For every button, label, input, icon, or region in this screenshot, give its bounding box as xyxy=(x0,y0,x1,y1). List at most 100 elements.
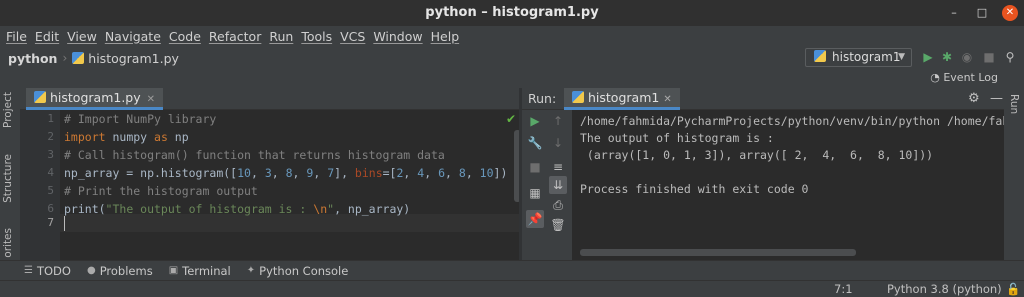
layout-icon[interactable]: ▦ xyxy=(526,184,544,202)
line-number: 1 xyxy=(47,112,54,125)
number: 8 xyxy=(285,166,293,180)
code-editor[interactable]: # Import NumPy library import numpy as n… xyxy=(60,110,522,260)
favorites-tool-button[interactable]: orites xyxy=(2,228,14,258)
problems-tool-button[interactable]: ● Problems xyxy=(87,264,153,278)
close-button[interactable]: ✕ xyxy=(1002,5,1018,21)
run-configuration-selector[interactable]: histogram1 ▼ xyxy=(805,48,912,67)
code-text: , xyxy=(292,166,307,180)
identifier: np xyxy=(167,130,189,144)
rerun-icon[interactable]: ▶ xyxy=(526,112,544,130)
keyword: as xyxy=(154,130,168,144)
console-line: (array([1, 0, 1, 3]), array([ 2, 4, 6, 8… xyxy=(580,148,934,162)
menu-help[interactable]: Help xyxy=(427,29,464,44)
window-controls: – □ ✕ xyxy=(946,0,1018,26)
caret-position[interactable]: 7:1 xyxy=(834,282,853,296)
close-icon[interactable]: ✕ xyxy=(147,94,155,105)
gear-icon[interactable]: ⚙ xyxy=(968,91,980,106)
run-config-label: histogram1 xyxy=(832,50,901,64)
string: "The output of histogram is : xyxy=(105,202,314,216)
number: 6 xyxy=(438,166,446,180)
wrench-icon[interactable]: 🔧 xyxy=(526,134,544,152)
maximize-button[interactable]: □ xyxy=(974,5,990,21)
number: 10 xyxy=(237,166,251,180)
run-tab-label: histogram1 xyxy=(588,90,660,105)
terminal-icon: ▣ xyxy=(168,265,179,276)
print-icon[interactable]: ⎙ xyxy=(549,196,567,214)
run-toolbar: ▶ ↑ 🔧 ↓ ■ ≡ ⇊ ▦ ⎙ 📌 🗑 xyxy=(522,110,572,260)
minimize-button[interactable]: – xyxy=(946,5,962,21)
scroll-to-end-icon[interactable]: ⇊ xyxy=(549,176,567,194)
search-icon[interactable]: ⚲ xyxy=(1003,50,1017,64)
menu-tools[interactable]: Tools xyxy=(297,29,336,44)
function-call: print( xyxy=(64,202,106,216)
pin-icon[interactable]: ✕ xyxy=(663,94,671,105)
structure-tool-button[interactable]: Structure xyxy=(2,154,14,203)
terminal-label: Terminal xyxy=(182,263,231,278)
debug-icon[interactable]: ✱ xyxy=(940,50,954,64)
code-line-6: print("The output of histogram is : \n",… xyxy=(64,200,410,218)
inspection-ok-icon[interactable]: ✔ xyxy=(506,112,516,126)
code-text: , xyxy=(250,166,265,180)
code-text: , xyxy=(403,166,418,180)
trash-icon[interactable]: 🗑 xyxy=(549,216,567,234)
interpreter-selector[interactable]: Python 3.8 (python) xyxy=(887,282,1002,296)
line-number: 4 xyxy=(47,166,54,179)
code-text: , np_array) xyxy=(334,202,411,216)
python-file-icon xyxy=(72,52,85,64)
right-tool-strip: Run xyxy=(1004,88,1024,260)
navigation-bar: python › histogram1.py histogram1 ▼ ▶ ✱ … xyxy=(0,46,1024,70)
soft-wrap-icon[interactable]: ≡ xyxy=(549,158,567,176)
code-line-3: # Call histogram() function that returns… xyxy=(64,148,445,162)
run-console[interactable]: /home/fahmida/PycharmProjects/python/ven… xyxy=(572,110,1004,260)
code-line-2: import numpy as np xyxy=(64,128,189,146)
problems-label: Problems xyxy=(99,263,153,278)
line-number: 5 xyxy=(47,184,54,197)
coverage-icon[interactable]: ◉ xyxy=(960,50,974,64)
pin-tab-icon[interactable]: 📌 xyxy=(526,210,544,228)
python-console-tool-button[interactable]: ✦ Python Console xyxy=(247,264,349,278)
todo-tool-button[interactable]: ☰ TODO xyxy=(24,264,71,278)
tab-run-histogram1[interactable]: histogram1 ✕ xyxy=(564,88,680,110)
menu-view[interactable]: View xyxy=(63,29,101,44)
menu-refactor[interactable]: Refactor xyxy=(205,29,265,44)
line-number: 2 xyxy=(47,130,54,143)
code-text: ]) xyxy=(493,166,508,180)
menu-window[interactable]: Window xyxy=(369,29,426,44)
menu-code[interactable]: Code xyxy=(165,29,205,44)
run-tool-button[interactable]: Run xyxy=(1008,94,1020,114)
project-tool-button[interactable]: Project xyxy=(2,92,14,128)
scroll-down-icon[interactable]: ↓ xyxy=(549,134,567,152)
menu-edit[interactable]: Edit xyxy=(31,29,63,44)
run-icon[interactable]: ▶ xyxy=(921,50,935,64)
tab-histogram1[interactable]: histogram1.py ✕ xyxy=(26,88,164,110)
breadcrumb-project[interactable]: python xyxy=(8,51,57,66)
line-number-gutter: 1 2 3 4 5 6 7 xyxy=(20,110,60,260)
window-titlebar: python – histogram1.py – □ ✕ xyxy=(0,0,1024,26)
console-line: /home/fahmida/PycharmProjects/python/ven… xyxy=(580,114,1004,128)
number: 10 xyxy=(479,166,494,180)
event-log-label: Event Log xyxy=(943,71,998,84)
menu-file[interactable]: File xyxy=(2,29,31,44)
menu-run[interactable]: Run xyxy=(265,29,297,44)
list-icon: ☰ xyxy=(24,265,33,276)
menu-vcs[interactable]: VCS xyxy=(336,29,369,44)
python-console-label: Python Console xyxy=(259,263,349,278)
lock-icon[interactable]: 🔓 xyxy=(1006,282,1020,296)
console-horizontal-scrollbar[interactable] xyxy=(580,249,856,256)
python-file-icon xyxy=(572,91,584,103)
event-log-icon: ◔ xyxy=(930,71,944,84)
event-log-button[interactable]: ◔ Event Log xyxy=(930,71,998,84)
terminal-tool-button[interactable]: ▣ Terminal xyxy=(169,264,231,278)
stop-icon[interactable]: ■ xyxy=(982,50,996,64)
todo-label: TODO xyxy=(36,263,71,278)
hide-panel-icon[interactable]: — xyxy=(990,91,1003,106)
code-text: ], xyxy=(334,166,355,180)
code-text: =[ xyxy=(382,166,397,180)
stop-icon[interactable]: ■ xyxy=(526,158,544,176)
scroll-up-icon[interactable]: ↑ xyxy=(549,112,567,130)
python-console-icon: ✦ xyxy=(246,265,256,276)
left-tool-strip: Project Structure orites xyxy=(0,88,20,260)
menu-navigate[interactable]: Navigate xyxy=(101,29,165,44)
code-text: , xyxy=(424,166,439,180)
breadcrumb-file[interactable]: histogram1.py xyxy=(88,51,179,66)
